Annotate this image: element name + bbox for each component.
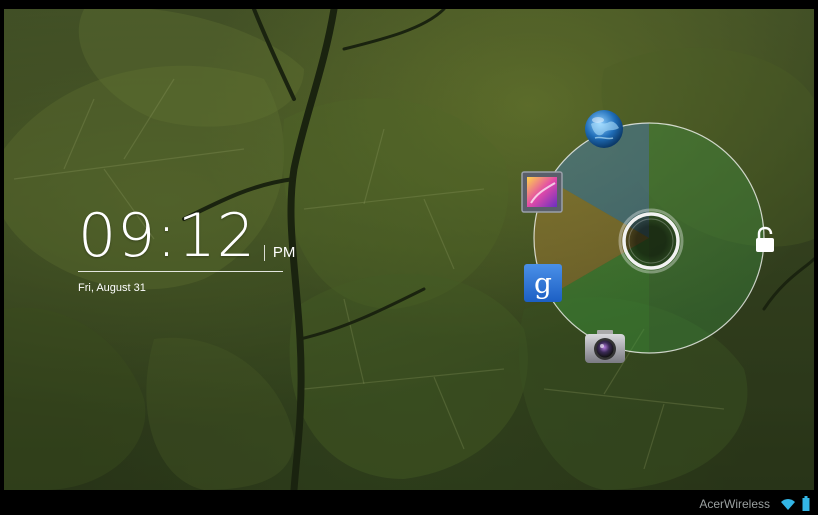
lock-screen: 09:12 PM Fri, August 31 g AcerWireless: [0, 0, 818, 515]
gallery-icon: [521, 171, 563, 213]
system-status-bar: AcerWireless: [0, 492, 818, 515]
lockscreen-clock: 09:12 PM Fri, August 31: [78, 205, 295, 294]
clock-time: 09:12: [78, 201, 256, 271]
gallery-shortcut[interactable]: [521, 171, 563, 213]
google-icon: g: [524, 264, 562, 302]
camera-shortcut[interactable]: [583, 325, 625, 367]
clock-divider: [78, 271, 283, 272]
battery-icon: [802, 496, 810, 511]
google-search-shortcut[interactable]: g: [522, 262, 564, 304]
padlock-icon: [756, 226, 774, 252]
wifi-icon: [781, 498, 795, 510]
camera-icon: [585, 330, 625, 363]
svg-text:g: g: [534, 267, 552, 300]
time-row: 09:12 PM: [78, 205, 295, 267]
clock-ampm: PM: [263, 245, 295, 261]
unlock-target[interactable]: [752, 226, 778, 254]
unlock-handle-icon: [618, 208, 684, 274]
clock-date: Fri, August 31: [78, 282, 146, 294]
globe-icon: [585, 110, 623, 148]
browser-shortcut[interactable]: [583, 108, 625, 150]
network-name: AcerWireless: [699, 496, 770, 511]
unlock-handle[interactable]: [618, 208, 684, 274]
